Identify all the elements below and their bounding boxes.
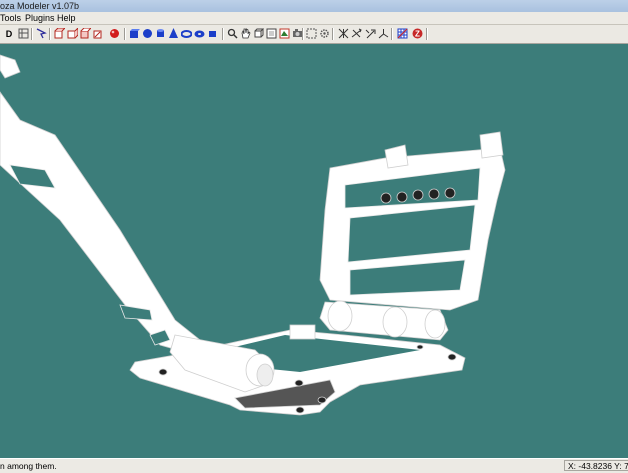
toolbar-separator xyxy=(302,28,304,40)
toolbar-separator xyxy=(332,28,334,40)
axis-icon[interactable] xyxy=(377,27,389,40)
toolbar-separator xyxy=(391,28,393,40)
view-iso-icon[interactable] xyxy=(92,27,104,40)
axis-rotate-icon[interactable] xyxy=(350,27,362,40)
toolbar-separator xyxy=(31,28,33,40)
plugin-z-icon[interactable]: Z xyxy=(411,27,423,40)
cube-primitive-icon[interactable] xyxy=(206,27,218,40)
toolbar-separator xyxy=(426,28,428,40)
select-arrow-icon[interactable] xyxy=(35,27,47,40)
gear-icon[interactable] xyxy=(318,27,330,40)
cylinder-primitive-icon[interactable] xyxy=(154,27,166,40)
toolbar-separator xyxy=(222,28,224,40)
menu-help[interactable]: Help xyxy=(57,12,76,24)
status-bar: n among them. X: -43.8236 Y: 78. xyxy=(0,458,628,473)
view-box-icon[interactable] xyxy=(265,27,277,40)
view-top-icon[interactable] xyxy=(66,27,78,40)
title-bar: oza Modeler v1.07b xyxy=(0,0,628,12)
view-front-icon[interactable] xyxy=(53,27,65,40)
render-sphere-icon[interactable] xyxy=(108,27,120,40)
status-message: n among them. xyxy=(0,461,57,471)
view-side-icon[interactable] xyxy=(79,27,91,40)
view-plane-icon[interactable] xyxy=(278,27,290,40)
pan-hand-icon[interactable] xyxy=(239,27,251,40)
zoom-icon[interactable] xyxy=(226,27,238,40)
menu-bar: Tools Plugins Help xyxy=(0,12,628,25)
box-primitive-icon[interactable] xyxy=(128,27,140,40)
rotate-cube-icon[interactable] xyxy=(252,27,264,40)
model-render xyxy=(0,54,506,416)
window-title: oza Modeler v1.07b xyxy=(0,1,80,11)
toolbar-separator xyxy=(124,28,126,40)
axis-move-icon[interactable] xyxy=(337,27,349,40)
axis-scale-icon[interactable] xyxy=(364,27,376,40)
toolbar-separator xyxy=(49,28,51,40)
selection-rect-icon[interactable] xyxy=(305,27,317,40)
model-printer-frame xyxy=(0,54,506,416)
grid-icon[interactable] xyxy=(17,27,29,40)
menu-plugins[interactable]: Plugins xyxy=(25,12,55,24)
grid-snap-icon[interactable] xyxy=(396,27,408,40)
disc-primitive-icon[interactable] xyxy=(193,27,205,40)
toolbar: D Z xyxy=(0,25,628,44)
menu-tools[interactable]: Tools xyxy=(0,12,21,24)
cone-primitive-icon[interactable] xyxy=(167,27,179,40)
sphere-primitive-icon[interactable] xyxy=(141,27,153,40)
cursor-coords: X: -43.8236 Y: 78. xyxy=(564,460,628,471)
3d-viewport[interactable] xyxy=(0,44,628,458)
svg-text:Z: Z xyxy=(415,29,420,38)
torus-primitive-icon[interactable] xyxy=(180,27,192,40)
toolbar-d-button[interactable]: D xyxy=(3,27,15,40)
